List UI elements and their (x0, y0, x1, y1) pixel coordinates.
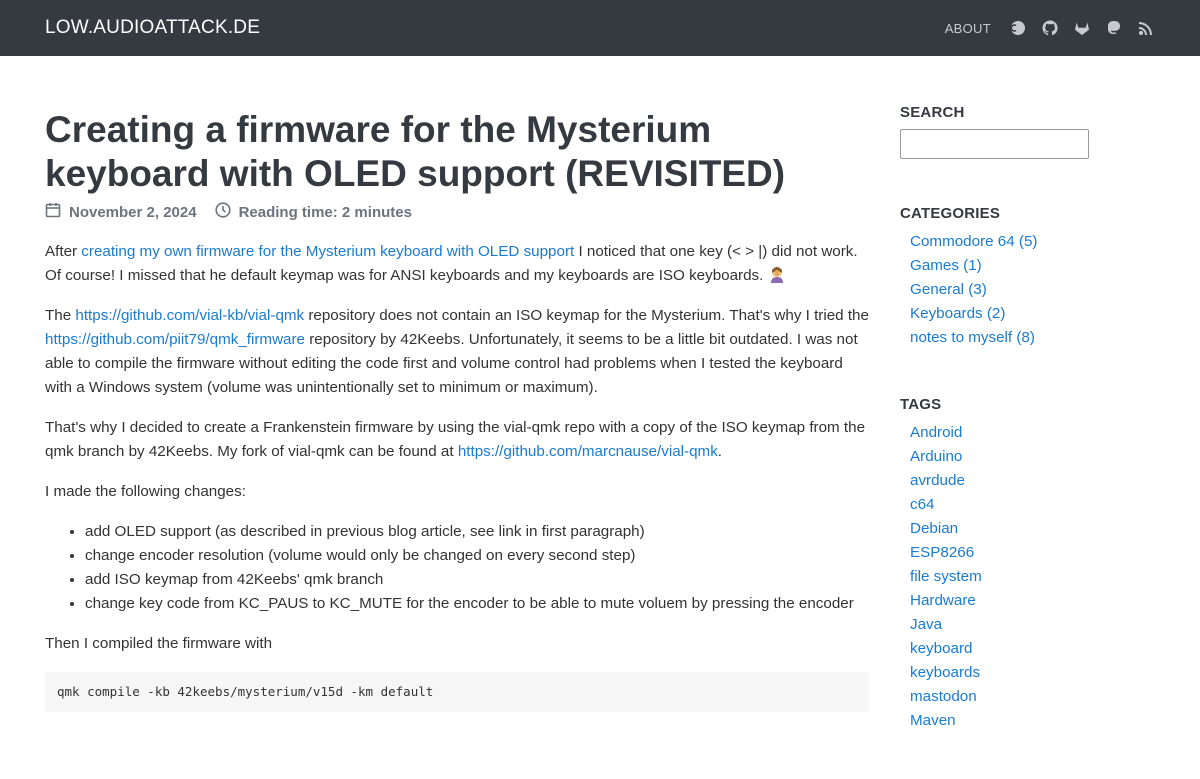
list-item: change key code from KC_PAUS to KC_MUTE … (85, 592, 870, 616)
tag-link[interactable]: Debian (910, 520, 958, 537)
paragraph-3: That's why I decided to create a Franken… (45, 416, 870, 464)
category-link[interactable]: General (3) (910, 281, 987, 298)
list-item: keyboards (910, 661, 1140, 685)
tag-link[interactable]: file system (910, 568, 982, 585)
sidebar: SEARCH CATEGORIES Commodore 64 (5) Games… (900, 56, 1140, 779)
paragraph-1: After creating my own firmware for the M… (45, 240, 870, 288)
tag-link[interactable]: mastodon (910, 688, 977, 705)
person-facepalming-icon (768, 265, 786, 283)
tags-section: TAGS Android Arduino avrdude c64 Debian … (900, 396, 1140, 733)
top-navbar: LOW.AUDIOATTACK.DE ABOUT (0, 0, 1200, 56)
list-item: add OLED support (as described in previo… (85, 520, 870, 544)
marcnause-vial-qmk-link[interactable]: https://github.com/marcnause/vial-qmk (458, 443, 718, 460)
clock-icon (214, 202, 231, 222)
tags-heading: TAGS (900, 396, 942, 413)
list-item: Maven (910, 709, 1140, 733)
tags-list: Android Arduino avrdude c64 Debian ESP82… (900, 421, 1140, 733)
list-item: mastodon (910, 685, 1140, 709)
tag-link[interactable]: keyboard (910, 640, 972, 657)
paragraph-2: The https://github.com/vial-kb/vial-qmk … (45, 304, 870, 400)
categories-section: CATEGORIES Commodore 64 (5) Games (1) Ge… (900, 205, 1140, 350)
tag-link[interactable]: Maven (910, 712, 956, 729)
vial-qmk-link[interactable]: https://github.com/vial-kb/vial-qmk (75, 307, 304, 324)
nav-menu: ABOUT (945, 19, 1155, 37)
cc-icon[interactable] (1009, 19, 1027, 37)
changes-list: add OLED support (as described in previo… (45, 520, 870, 616)
post-date-text: November 2, 2024 (69, 203, 197, 221)
list-item: notes to myself (8) (910, 326, 1140, 350)
reading-time: Reading time: 2 minutes (214, 202, 412, 222)
category-link[interactable]: notes to myself (8) (910, 329, 1035, 346)
tag-link[interactable]: Arduino (910, 448, 962, 465)
reading-time-text: Reading time: 2 minutes (238, 203, 412, 221)
post-body: After creating my own firmware for the M… (45, 240, 870, 712)
list-item: Android (910, 421, 1140, 445)
list-item: Commodore 64 (5) (910, 230, 1140, 254)
text: . (717, 443, 723, 460)
categories-heading: CATEGORIES (900, 205, 1001, 222)
paragraph-5: Then I compiled the firmware with (45, 635, 273, 652)
list-item: ESP8266 (910, 541, 1140, 565)
nav-about-link[interactable]: ABOUT (945, 21, 991, 36)
category-link[interactable]: Keyboards (2) (910, 305, 1005, 322)
search-input[interactable] (900, 129, 1089, 159)
text: The (45, 307, 76, 324)
text: repository does not contain an ISO keyma… (304, 307, 869, 324)
list-item: Arduino (910, 445, 1140, 469)
list-item: Debian (910, 517, 1140, 541)
main-content: Creating a firmware for the Mysterium ke… (45, 56, 870, 779)
list-item: Keyboards (2) (910, 302, 1140, 326)
tag-link[interactable]: ESP8266 (910, 544, 974, 561)
tag-link[interactable]: Android (910, 424, 962, 441)
search-heading: SEARCH (900, 104, 965, 121)
tag-link[interactable]: Hardware (910, 592, 976, 609)
tag-link[interactable]: Java (910, 616, 942, 633)
list-item: Java (910, 613, 1140, 637)
previous-article-link[interactable]: creating my own firmware for the Mysteri… (81, 243, 574, 260)
categories-list: Commodore 64 (5) Games (1) General (3) K… (900, 230, 1140, 350)
site-brand-link[interactable]: LOW.AUDIOATTACK.DE (45, 17, 260, 39)
code-block: qmk compile -kb 42keebs/mysterium/v15d -… (45, 672, 869, 712)
gitlab-icon[interactable] (1073, 19, 1091, 37)
list-item: keyboard (910, 637, 1140, 661)
paragraph-4: I made the following changes: (45, 483, 246, 500)
text: After (45, 243, 82, 260)
list-item: Hardware (910, 589, 1140, 613)
category-link[interactable]: Commodore 64 (5) (910, 233, 1037, 250)
list-item: add ISO keymap from 42Keebs' qmk branch (85, 568, 870, 592)
page-container: Creating a firmware for the Mysterium ke… (0, 56, 1200, 779)
rss-icon[interactable] (1137, 19, 1155, 37)
list-item: General (3) (910, 278, 1140, 302)
tag-link[interactable]: avrdude (910, 472, 965, 489)
github-icon[interactable] (1041, 19, 1059, 37)
list-item: c64 (910, 493, 1140, 517)
text: That's why I decided to create a Franken… (45, 419, 866, 460)
mastodon-icon[interactable] (1105, 19, 1123, 37)
tag-link[interactable]: c64 (910, 496, 935, 513)
list-item: Games (1) (910, 254, 1140, 278)
post-title: Creating a firmware for the Mysterium ke… (45, 109, 786, 194)
piit79-qmk-link[interactable]: https://github.com/piit79/qmk_firmware (45, 331, 305, 348)
search-section: SEARCH (900, 104, 1140, 159)
list-item: change encoder resolution (volume would … (85, 544, 870, 568)
post-meta: November 2, 2024 Reading time: 2 minutes (45, 202, 870, 222)
list-item: file system (910, 565, 1140, 589)
calendar-icon (45, 202, 61, 222)
list-item: avrdude (910, 469, 1140, 493)
category-link[interactable]: Games (1) (910, 257, 982, 274)
tag-link[interactable]: keyboards (910, 664, 980, 681)
post-date: November 2, 2024 (45, 202, 197, 222)
